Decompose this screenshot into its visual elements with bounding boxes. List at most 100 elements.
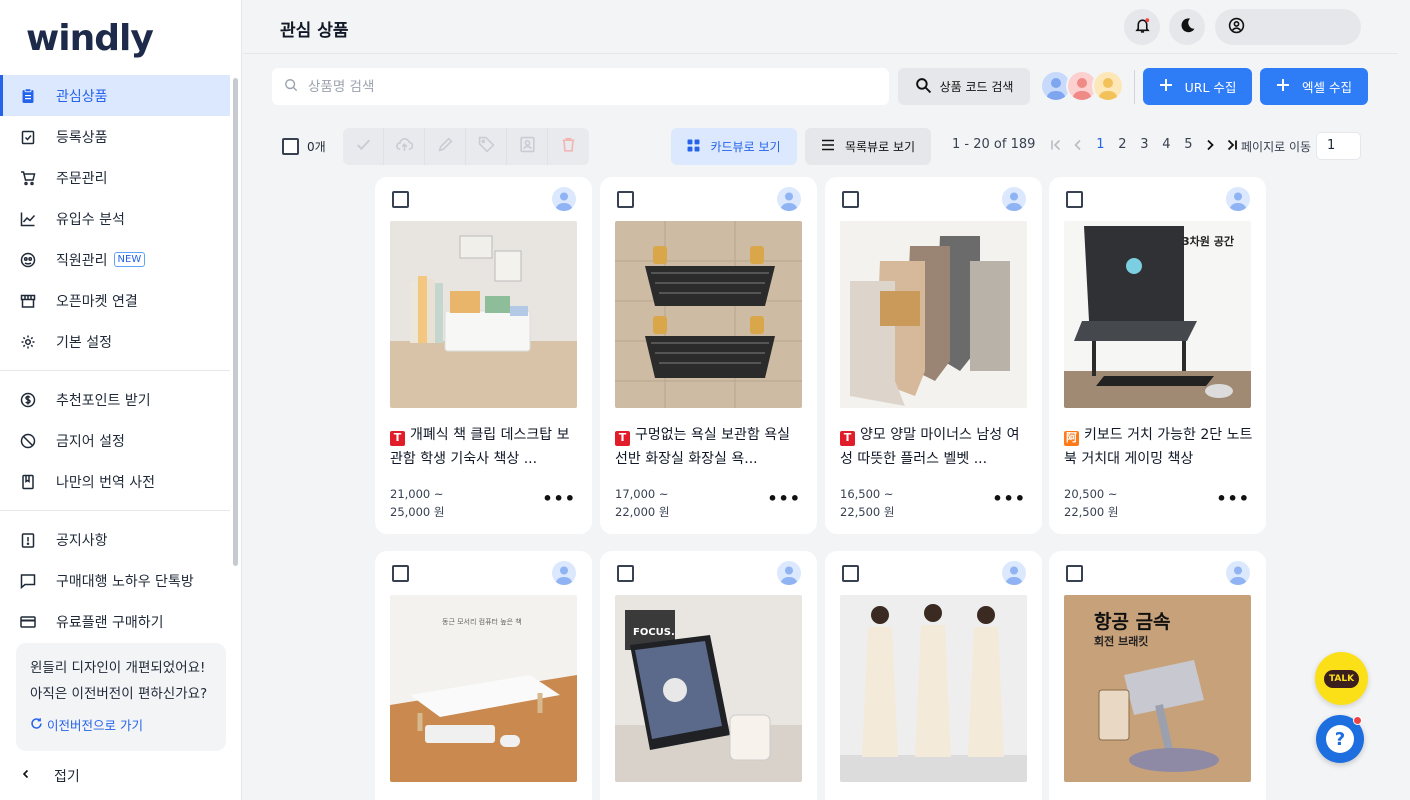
assignee-avatar[interactable] [777,187,801,211]
product-price: 20,500 ~22,500 원 [1064,487,1119,519]
product-image[interactable]: 항공 금속 회전 브래킷 [1064,595,1251,782]
user-menu-button[interactable] [1215,9,1361,45]
first-page-button[interactable] [1045,138,1067,152]
excel-collect-button[interactable]: 엑셀 수집 [1260,68,1368,105]
product-checkbox[interactable] [392,191,409,208]
sidebar-divider [0,370,230,371]
pencil-icon [437,136,454,157]
product-card[interactable]: 동근 모서리 컴퓨터 높은 책 [375,551,592,800]
assignee-avatar[interactable] [1002,187,1026,211]
product-checkbox[interactable] [617,565,634,582]
page-4[interactable]: 4 [1155,137,1177,152]
product-checkbox[interactable] [617,191,634,208]
sidebar-item-banned-words[interactable]: 금지어 설정 [0,420,230,461]
sidebar-item-openmarket[interactable]: 오픈마켓 연결 [0,280,230,321]
assignee-avatar[interactable] [1226,187,1250,211]
product-title[interactable]: T 양모 양말 마이너스 남성 여성 따뜻한 플러스 벨벳 ... [840,423,1030,471]
product-card[interactable]: 3차원 공간 阿 키보드 거치 가능한 2단 노트북 거치대 게이밍 책상 20,… [1049,177,1266,534]
product-image[interactable] [390,221,577,408]
page-3[interactable]: 3 [1133,137,1155,152]
bulk-check-button[interactable] [343,128,384,165]
sidebar-item-interest-products[interactable]: 관심상품 [0,75,230,116]
sidebar-item-staff[interactable]: 직원관리 NEW [0,239,230,280]
bulk-assign-button[interactable] [507,128,548,165]
sidebar-item-paid-plan[interactable]: 유료플랜 구매하기 [0,601,230,642]
product-card[interactable]: T 개폐식 책 클립 데스크탑 보관함 학생 기숙사 책상 ... 21,000 … [375,177,592,534]
page-2[interactable]: 2 [1111,137,1133,152]
previous-version-link[interactable]: 이전버전으로 가기 [30,713,212,739]
page-5[interactable]: 5 [1177,137,1199,152]
sidebar-item-traffic-analysis[interactable]: 유입수 분석 [0,198,230,239]
next-page-button[interactable] [1199,138,1221,152]
product-checkbox[interactable] [1066,191,1083,208]
goto-page-label: 페이지로 이동 [1241,140,1312,154]
product-image[interactable] [615,221,802,408]
product-checkbox[interactable] [1066,565,1083,582]
sidebar-item-dictionary[interactable]: 나만의 번역 사전 [0,461,230,502]
sidebar-item-notices[interactable]: 공지사항 [0,519,230,560]
product-code-search-button[interactable]: 상품 코드 검색 [898,68,1030,105]
assignee-avatar[interactable] [1002,561,1026,585]
assignee-avatar[interactable] [552,187,576,211]
product-image[interactable] [840,221,1027,408]
help-button[interactable]: ? [1316,715,1364,763]
collapse-sidebar-button[interactable]: 접기 [20,766,80,786]
product-checkbox[interactable] [842,191,859,208]
more-options-icon[interactable]: ••• [542,489,576,508]
sidebar-item-chatroom[interactable]: 구매대행 노하우 단톡방 [0,560,230,601]
product-card[interactable]: FOCUS. [600,551,817,800]
sidebar-item-settings[interactable]: 기본 설정 [0,321,230,362]
sidebar-divider [0,510,230,511]
product-card[interactable] [825,551,1042,800]
product-title[interactable]: 阿 키보드 거치 가능한 2단 노트북 거치대 게이밍 책상 [1064,423,1254,471]
product-card[interactable]: T 구멍없는 욕실 보관함 욕실 선반 화장실 화장실 욕... 17,000 ~… [600,177,817,534]
page-scrollbar[interactable] [1398,0,1410,800]
product-checkbox[interactable] [392,565,409,582]
goto-page-input[interactable]: 1 [1316,132,1361,160]
sidebar-item-label: 구매대행 노하우 단톡방 [56,573,194,590]
prev-page-button[interactable] [1067,138,1089,152]
more-options-icon[interactable]: ••• [767,489,801,508]
kakao-talk-button[interactable]: TALK [1315,652,1368,705]
bulk-tag-button[interactable] [466,128,507,165]
checklist-icon [20,129,36,145]
more-options-icon[interactable]: ••• [992,489,1026,508]
product-card[interactable]: T 양모 양말 마이너스 남성 여성 따뜻한 플러스 벨벳 ... 16,500 … [825,177,1042,534]
sidebar-item-orders[interactable]: 주문관리 [0,157,230,198]
card-view-label: 카드뷰로 보기 [710,140,781,154]
notification-button[interactable] [1124,9,1160,45]
card-icon [20,614,36,630]
product-image[interactable]: 3차원 공간 [1064,221,1251,408]
sidebar-scrollbar[interactable] [233,78,238,566]
bulk-edit-button[interactable] [425,128,466,165]
select-all[interactable]: 0개 [282,138,326,155]
bulk-delete-button[interactable] [548,128,589,165]
trash-icon [560,136,577,157]
assignee-avatar[interactable] [1226,561,1250,585]
product-title[interactable]: T 개폐식 책 클립 데스크탑 보관함 학생 기숙사 책상 ... [390,423,580,471]
url-collect-button[interactable]: URL 수집 [1143,68,1252,105]
product-card[interactable]: 항공 금속 회전 브래킷 [1049,551,1266,800]
list-view-button[interactable]: 목록뷰로 보기 [805,128,931,165]
assignee-avatar[interactable] [552,561,576,585]
product-price: 16,500 ~22,500 원 [840,487,895,519]
staff-avatar-group[interactable] [1040,70,1124,104]
product-search[interactable] [272,68,889,105]
sidebar-item-registered-products[interactable]: 등록상품 [0,116,230,157]
product-title[interactable]: T 구멍없는 욕실 보관함 욕실 선반 화장실 화장실 욕... [615,423,805,471]
product-checkbox[interactable] [842,565,859,582]
more-options-icon[interactable]: ••• [1216,489,1250,508]
dark-mode-button[interactable] [1169,9,1205,45]
select-all-checkbox[interactable] [282,138,299,155]
windly-logo[interactable]: windly [26,18,154,59]
search-input[interactable] [308,78,868,95]
sidebar-item-referral[interactable]: 추천포인트 받기 [0,379,230,420]
product-image[interactable] [840,595,1027,782]
person-icon [519,136,536,157]
assignee-avatar[interactable] [777,561,801,585]
product-image[interactable]: FOCUS. [615,595,802,782]
product-image[interactable]: 동근 모서리 컴퓨터 높은 책 [390,595,577,782]
page-1[interactable]: 1 [1089,137,1111,152]
bulk-upload-button[interactable] [384,128,425,165]
card-view-button[interactable]: 카드뷰로 보기 [671,128,797,165]
